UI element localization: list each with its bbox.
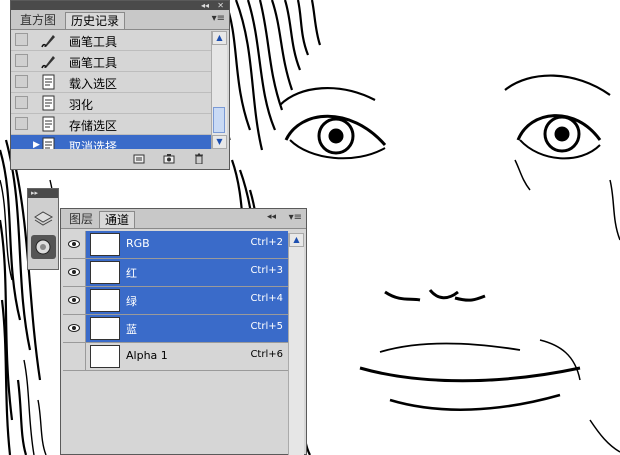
channel-shortcut: Ctrl+2 <box>250 237 283 248</box>
history-panel: ◂◂ ✕ 直方图 历史记录 ▾≡ 画笔工具 画笔工具 载入选区 羽化 存储选区 … <box>10 0 230 170</box>
tab-channels[interactable]: 通道 <box>99 211 136 228</box>
channel-thumbnail <box>90 289 120 312</box>
history-panel-titlebar[interactable]: ◂◂ ✕ <box>11 1 229 10</box>
channel-thumbnail <box>90 345 120 368</box>
channel-name: 蓝 <box>126 323 137 336</box>
channels-icon[interactable] <box>31 235 56 259</box>
history-source-checkbox[interactable] <box>15 54 28 67</box>
panel-menu-icon[interactable]: ▾≡ <box>212 13 225 24</box>
channels-panel: 图层 通道 ◂◂ ▾≡ RGB Ctrl+2 红 Ctrl+3 绿 Ctrl+4… <box>60 208 307 455</box>
history-source-checkbox[interactable] <box>15 33 28 46</box>
channels-tabbar: 图层 通道 ◂◂ ▾≡ <box>61 209 306 229</box>
channel-row-green[interactable]: 绿 Ctrl+4 <box>63 287 288 315</box>
scroll-thumb[interactable] <box>213 107 225 133</box>
channel-row-red[interactable]: 红 Ctrl+3 <box>63 259 288 287</box>
channel-shortcut: Ctrl+4 <box>250 293 283 304</box>
channel-shortcut: Ctrl+5 <box>250 321 283 332</box>
channels-scrollbar[interactable]: ▲ <box>288 233 304 455</box>
history-scrollbar[interactable]: ▲ ▼ <box>211 31 227 149</box>
history-item-selected[interactable]: ▶ 取消选择 <box>11 135 212 149</box>
visibility-toggle[interactable] <box>63 259 86 286</box>
history-source-checkbox[interactable] <box>15 117 28 130</box>
new-document-icon[interactable] <box>133 153 145 164</box>
channel-name: 红 <box>126 267 137 280</box>
scroll-up-icon[interactable]: ▲ <box>212 31 227 45</box>
channel-row-alpha1[interactable]: Alpha 1 Ctrl+6 <box>63 343 288 371</box>
panel-menu-icon[interactable]: ▾≡ <box>289 212 302 223</box>
channel-shortcut: Ctrl+3 <box>250 265 283 276</box>
history-state-icon <box>42 137 55 149</box>
history-item-label: 羽化 <box>69 98 94 112</box>
channel-row-blue[interactable]: 蓝 Ctrl+5 <box>63 315 288 343</box>
history-source-checkbox[interactable] <box>15 75 28 88</box>
visibility-toggle[interactable] <box>63 231 86 258</box>
channel-name: 绿 <box>126 295 137 308</box>
snapshot-icon[interactable] <box>163 153 175 164</box>
visibility-toggle[interactable] <box>63 315 86 342</box>
history-item[interactable]: 画笔工具 <box>11 30 212 51</box>
history-state-icon <box>42 95 55 111</box>
tab-history[interactable]: 历史记录 <box>65 12 126 29</box>
channel-thumbnail <box>90 233 120 256</box>
eye-icon <box>68 324 80 332</box>
eye-icon <box>68 240 80 248</box>
collapse-icon[interactable]: ◂◂ <box>201 1 209 10</box>
history-panel-footer <box>11 149 229 169</box>
history-item[interactable]: 画笔工具 <box>11 51 212 72</box>
history-item-label: 载入选区 <box>69 77 118 91</box>
eye-icon <box>68 268 80 276</box>
tab-layers[interactable]: 图层 <box>64 211 98 228</box>
trash-icon[interactable] <box>193 153 205 164</box>
channel-name: RGB <box>126 237 150 250</box>
history-source-checkbox[interactable] <box>15 96 28 109</box>
history-item-label: 存储选区 <box>69 119 118 133</box>
history-item[interactable]: 羽化 <box>11 93 212 114</box>
history-state-icon <box>42 116 55 132</box>
history-source-checkbox[interactable] <box>15 138 28 149</box>
history-item-label: 取消选择 <box>69 140 118 149</box>
history-item[interactable]: 存储选区 <box>11 114 212 135</box>
current-state-arrow-icon: ▶ <box>33 140 40 149</box>
close-icon[interactable]: ✕ <box>217 1 224 10</box>
history-tabbar: 直方图 历史记录 ▾≡ <box>11 10 229 30</box>
layers-icon[interactable] <box>31 207 56 231</box>
history-item-label: 画笔工具 <box>69 35 118 49</box>
collapse-icon[interactable]: ◂◂ <box>267 212 276 222</box>
tab-histogram[interactable]: 直方图 <box>15 12 61 29</box>
history-item[interactable]: 载入选区 <box>11 72 212 93</box>
channel-row-rgb[interactable]: RGB Ctrl+2 <box>63 231 288 259</box>
expand-dock-icon[interactable]: ▸▸ <box>28 189 58 198</box>
history-state-icon <box>42 74 55 90</box>
scroll-down-icon[interactable]: ▼ <box>212 135 227 149</box>
channels-list: RGB Ctrl+2 红 Ctrl+3 绿 Ctrl+4 蓝 Ctrl+5 Al… <box>63 231 288 371</box>
channel-thumbnail <box>90 261 120 284</box>
channel-shortcut: Ctrl+6 <box>250 349 283 360</box>
brush-icon <box>41 56 55 69</box>
collapsed-panel-dock: ▸▸ <box>27 188 59 270</box>
brush-icon <box>41 35 55 48</box>
history-list: 画笔工具 画笔工具 载入选区 羽化 存储选区 ▶ 取消选择 <box>11 30 212 149</box>
visibility-toggle[interactable] <box>63 287 86 314</box>
history-item-label: 画笔工具 <box>69 56 118 70</box>
channel-name: Alpha 1 <box>126 349 168 362</box>
channel-thumbnail <box>90 317 120 340</box>
eye-icon <box>68 296 80 304</box>
scroll-up-icon[interactable]: ▲ <box>289 233 304 247</box>
visibility-toggle[interactable] <box>63 343 86 370</box>
